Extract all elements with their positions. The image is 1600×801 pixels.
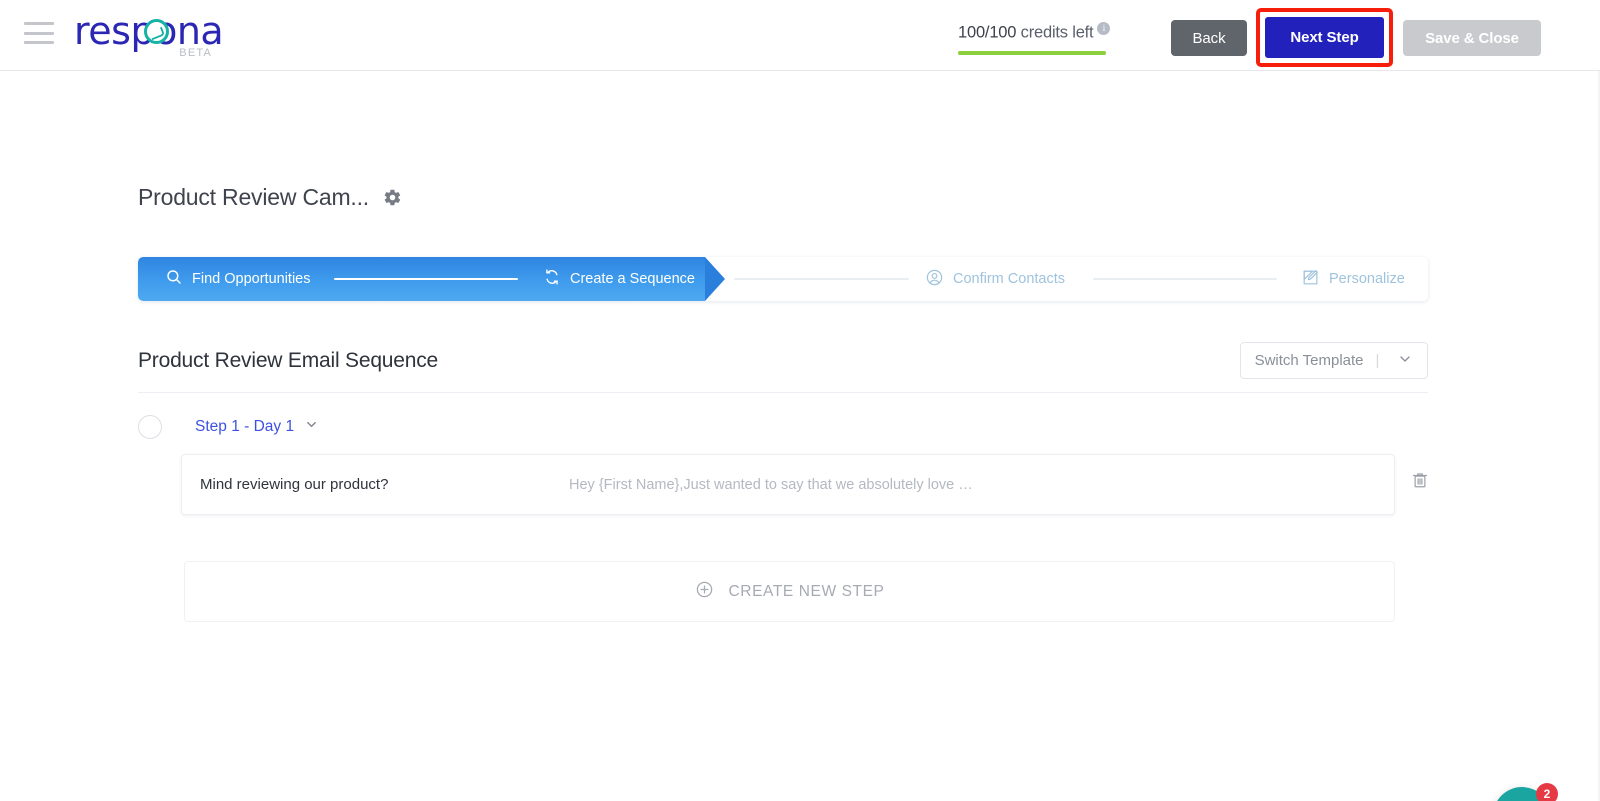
hamburger-menu-icon[interactable]: [24, 22, 54, 44]
stepper-label: Create a Sequence: [570, 271, 695, 287]
step-label-text: Step 1 - Day 1: [195, 418, 295, 435]
campaign-title: Product Review Cam...: [138, 184, 369, 210]
email-preview: Hey {First Name},Just wanted to say that…: [569, 476, 973, 493]
save-and-close-button[interactable]: Save & Close: [1403, 20, 1541, 56]
credits-text: 100/100 credits left i: [958, 22, 1128, 43]
stepper-item-confirm-contacts[interactable]: Confirm Contacts: [925, 268, 1065, 291]
next-step-highlight: Next Step: [1256, 8, 1393, 67]
stepper-label: Confirm Contacts: [953, 271, 1066, 287]
sequence-step-row: Step 1 - Day 1: [138, 415, 319, 439]
chevron-down-icon[interactable]: [1397, 351, 1413, 371]
sequence-divider: [138, 392, 1428, 393]
credits-progress-track: [958, 50, 1106, 55]
page-content: Product Review Cam... Find Opportunities: [0, 71, 1600, 801]
intercom-unread-badge[interactable]: 2: [1536, 783, 1558, 801]
sequence-title: Product Review Email Sequence: [138, 348, 439, 372]
gear-icon[interactable]: [383, 188, 402, 207]
switch-template-divider: |: [1375, 352, 1380, 369]
chevron-down-icon[interactable]: [304, 417, 319, 437]
user-circle-icon: [925, 268, 944, 291]
hamburger-bar: [24, 31, 54, 35]
logo-beta-badge: BETA: [179, 47, 212, 59]
stepper-connector-1: [334, 278, 518, 280]
stepper-item-find-opportunities[interactable]: Find Opportunities: [165, 268, 310, 290]
top-bar: respona BETA 100/100 credits lefti Back …: [0, 0, 1600, 71]
back-button[interactable]: Back: [1171, 20, 1247, 56]
info-icon[interactable]: i: [1097, 22, 1111, 35]
next-step-button[interactable]: Next Step: [1265, 17, 1384, 58]
logo-teal-o-icon: [144, 19, 169, 44]
switch-template-button[interactable]: Switch Template |: [1240, 342, 1428, 379]
hamburger-bar: [24, 22, 54, 25]
step-select-circle[interactable]: [138, 415, 162, 439]
credits-label: credits left: [1020, 23, 1094, 42]
stepper-label: Find Opportunities: [192, 271, 311, 287]
campaign-title-row: Product Review Cam...: [138, 184, 402, 211]
hamburger-bar: [24, 41, 54, 44]
stepper-label: Personalize: [1329, 271, 1405, 287]
campaign-stepper: Find Opportunities Create a Sequence Con…: [138, 257, 1428, 301]
trash-icon[interactable]: [1411, 470, 1429, 490]
stepper-connector-3: [1093, 278, 1277, 280]
search-icon: [165, 268, 183, 290]
stepper-item-create-a-sequence[interactable]: Create a Sequence: [543, 268, 695, 290]
credits-meter: 100/100 credits left i: [958, 22, 1128, 55]
stepper-item-personalize[interactable]: Personalize: [1301, 268, 1405, 291]
create-new-step-button[interactable]: CREATE NEW STEP: [184, 561, 1395, 622]
respona-logo[interactable]: respona BETA: [74, 12, 234, 60]
switch-template-label: Switch Template: [1254, 352, 1364, 369]
create-new-step-label: CREATE NEW STEP: [728, 582, 885, 600]
sync-icon: [543, 268, 561, 290]
plus-circle-icon: [695, 580, 714, 604]
step-1-toggle[interactable]: Step 1 - Day 1: [195, 417, 319, 437]
edit-square-icon: [1301, 268, 1320, 291]
sequence-header: Product Review Email Sequence Switch Tem…: [138, 342, 1428, 379]
stepper-arrow-point: [705, 257, 725, 301]
credits-progress-fill: [958, 50, 1106, 55]
credits-value: 100/100: [958, 23, 1017, 42]
email-step-card[interactable]: Mind reviewing our product? Hey {First N…: [181, 454, 1395, 515]
email-subject: Mind reviewing our product?: [200, 476, 389, 493]
stepper-connector-2: [734, 278, 909, 280]
